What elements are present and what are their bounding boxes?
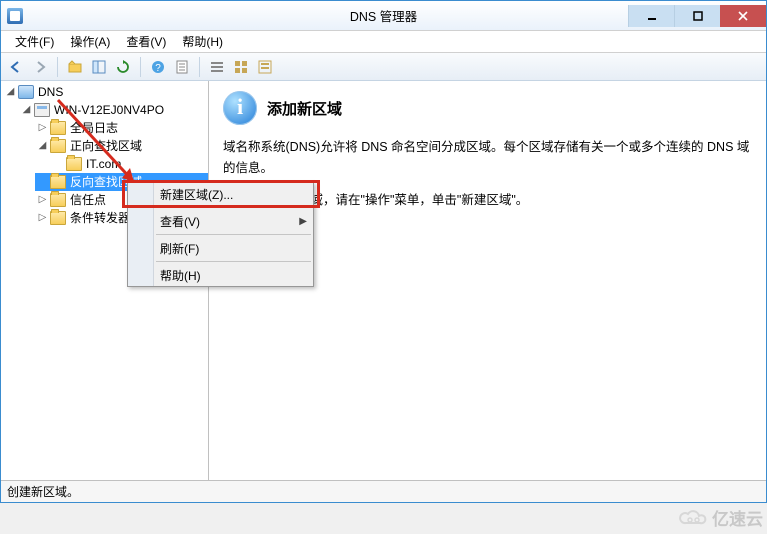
collapse-icon[interactable]: ◢ — [37, 141, 48, 152]
folder-icon — [66, 157, 82, 171]
close-button[interactable] — [720, 5, 766, 27]
info-header: 添加新区域 — [223, 91, 752, 125]
tree-forward-zone-child-label: IT.com — [86, 155, 121, 173]
tree-server-label: WIN-V12EJ0NV4PO — [54, 101, 164, 119]
tree-root-dns[interactable]: ◢ DNS — [3, 83, 208, 101]
folder-up-button[interactable] — [64, 56, 86, 78]
tree-conditional-forwarders-label: 条件转发器 — [70, 209, 130, 227]
tree-global-log-label: 全局日志 — [70, 119, 118, 137]
ctx-separator — [156, 261, 311, 262]
collapse-icon[interactable]: ◢ — [21, 105, 32, 116]
collapse-icon[interactable]: ◢ — [5, 87, 16, 98]
menu-bar: 文件(F) 操作(A) 查看(V) 帮助(H) — [1, 31, 766, 53]
help-button[interactable]: ? — [147, 56, 169, 78]
svg-text:?: ? — [155, 63, 161, 74]
tree-global-log[interactable]: ▷ 全局日志 — [35, 119, 208, 137]
folder-icon — [50, 193, 66, 207]
ctx-help-label: 帮助(H) — [160, 267, 201, 284]
dns-manager-window: DNS 管理器 文件(F) 操作(A) 查看(V) 帮助(H) ? — [0, 0, 767, 503]
show-hide-tree-button[interactable] — [88, 56, 110, 78]
ctx-refresh[interactable]: 刷新(F) — [128, 237, 313, 259]
expand-icon[interactable]: ▷ — [37, 213, 48, 224]
refresh-button[interactable] — [112, 56, 134, 78]
folder-icon — [50, 175, 66, 189]
back-button[interactable] — [5, 56, 27, 78]
server-icon — [34, 103, 50, 117]
tree-forward-zone-child[interactable]: ▷ IT.com — [51, 155, 208, 173]
forward-button[interactable] — [29, 56, 51, 78]
ctx-new-zone-label: 新建区域(Z)... — [160, 186, 233, 203]
watermark: 亿速云 — [678, 505, 763, 530]
folder-icon — [50, 211, 66, 225]
menu-view[interactable]: 查看(V) — [118, 31, 174, 52]
folder-icon — [50, 121, 66, 135]
context-menu: 新建区域(Z)... 查看(V) ▶ 刷新(F) 帮助(H) — [127, 182, 314, 287]
window-buttons — [628, 5, 766, 27]
expand-icon[interactable]: ▷ — [37, 195, 48, 206]
cloud-icon — [678, 508, 708, 528]
ctx-new-zone[interactable]: 新建区域(Z)... — [128, 183, 313, 205]
ctx-help[interactable]: 帮助(H) — [128, 264, 313, 286]
ctx-separator — [156, 234, 311, 235]
toolbar: ? — [1, 53, 766, 81]
ctx-separator — [156, 207, 311, 208]
status-bar: 创建新区域。 — [1, 480, 766, 502]
body-area: ◢ DNS ◢ WIN-V12EJ0NV4PO — [1, 81, 766, 480]
menu-file[interactable]: 文件(F) — [7, 31, 62, 52]
ctx-view[interactable]: 查看(V) ▶ — [128, 210, 313, 232]
dns-icon — [18, 85, 34, 99]
submenu-arrow-icon: ▶ — [299, 216, 307, 227]
tiles-view-button[interactable] — [254, 56, 276, 78]
info-icon — [223, 91, 257, 125]
tree-forward-zone[interactable]: ◢ 正向查找区域 — [35, 137, 208, 155]
expand-icon[interactable]: ▷ — [37, 123, 48, 134]
menu-help[interactable]: 帮助(H) — [174, 31, 231, 52]
folder-icon — [50, 139, 66, 153]
ctx-view-label: 查看(V) — [160, 213, 200, 230]
content-heading: 添加新区域 — [267, 98, 342, 119]
ctx-refresh-label: 刷新(F) — [160, 240, 199, 257]
maximize-button[interactable] — [674, 5, 720, 27]
minimize-button[interactable] — [628, 5, 674, 27]
watermark-text: 亿速云 — [712, 505, 763, 530]
status-text: 创建新区域。 — [7, 483, 79, 500]
content-paragraph-1: 域名称系统(DNS)允许将 DNS 命名空间分成区域。每个区域存储有关一个或多个… — [223, 137, 752, 180]
properties-button[interactable] — [171, 56, 193, 78]
tree-forward-zone-label: 正向查找区域 — [70, 137, 142, 155]
menu-action[interactable]: 操作(A) — [62, 31, 118, 52]
app-icon — [7, 8, 23, 24]
tree-root-label: DNS — [38, 83, 63, 101]
title-bar: DNS 管理器 — [1, 1, 766, 31]
list-view-button[interactable] — [206, 56, 228, 78]
tree-server[interactable]: ◢ WIN-V12EJ0NV4PO — [19, 101, 208, 119]
tree-trust-points-label: 信任点 — [70, 191, 106, 209]
details-view-button[interactable] — [230, 56, 252, 78]
